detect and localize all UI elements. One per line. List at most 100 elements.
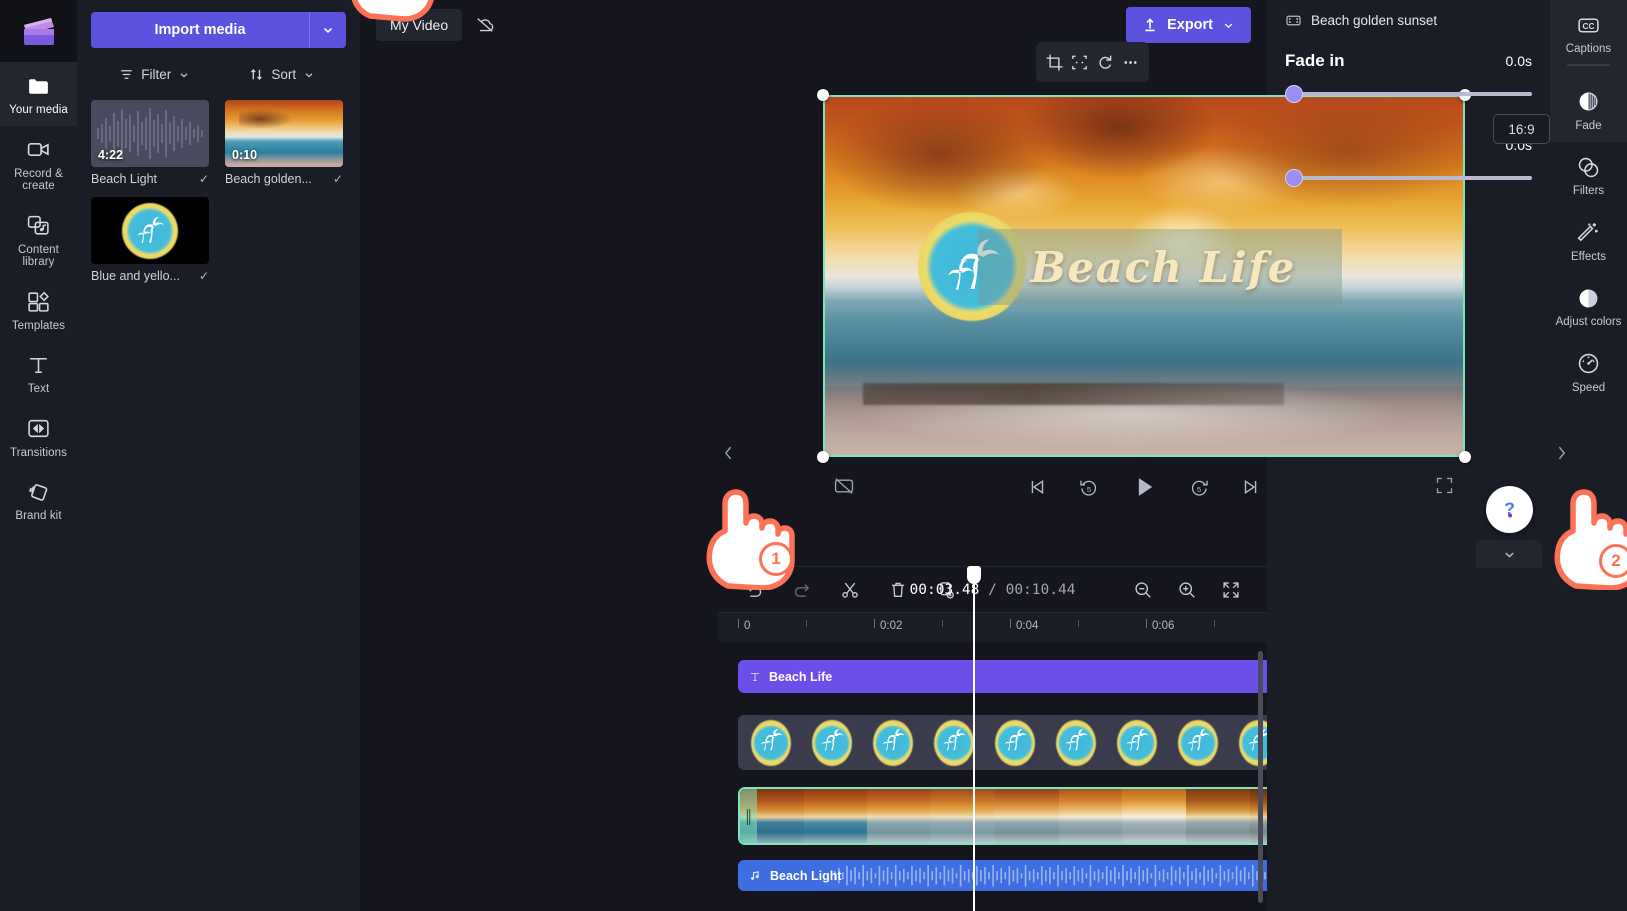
export-wrap: Export <box>1126 7 1251 43</box>
play-button[interactable] <box>1128 471 1160 503</box>
sidebar-item-content-library[interactable]: Content library <box>0 202 77 278</box>
timeline-collapse-button[interactable] <box>1476 540 1542 568</box>
sidebar-item-record-create[interactable]: Record & create <box>0 126 77 202</box>
selection-handle-top-left[interactable] <box>817 89 829 101</box>
right-rail-item-adjust-colors[interactable]: Adjust colors <box>1550 273 1627 339</box>
undo-button[interactable] <box>740 576 768 604</box>
more-options-button[interactable] <box>1118 50 1143 75</box>
sort-button[interactable]: Sort <box>219 62 347 87</box>
crop-button[interactable] <box>1042 50 1067 75</box>
media-library-icon <box>26 213 52 239</box>
fullscreen-button[interactable] <box>1432 473 1457 498</box>
video-thumb-cell <box>1122 789 1187 843</box>
filter-button[interactable]: Filter <box>91 62 219 87</box>
filter-sort-row: Filter Sort <box>91 62 346 87</box>
skip-previous-button[interactable] <box>1024 474 1050 500</box>
sidebar-item-transitions[interactable]: Transitions <box>0 405 77 469</box>
right-rail-item-captions[interactable]: CC Captions <box>1550 0 1627 77</box>
video-thumb-cell <box>867 789 932 843</box>
timeline-ruler[interactable]: 0 0:02 0:04 0:06 0:08 0:10 0:1 <box>718 612 1267 642</box>
sidebar-item-templates[interactable]: Templates <box>0 278 77 342</box>
timeline-track-image <box>738 715 1267 770</box>
playhead-handle[interactable] <box>967 566 981 584</box>
right-rail-item-effects[interactable]: Effects <box>1550 208 1627 274</box>
fit-to-frame-button[interactable] <box>1067 50 1092 75</box>
skip-next-button[interactable] <box>1238 474 1264 500</box>
right-rail-item-filters[interactable]: Filters <box>1550 142 1627 208</box>
media-item-beach-light[interactable]: 4:22 Beach Light ✓ <box>91 100 209 186</box>
clapperboard-icon <box>23 17 54 45</box>
forward-5-button[interactable]: 5 <box>1186 474 1212 500</box>
play-icon <box>1138 478 1153 496</box>
preview-title-text[interactable]: Beach Life <box>985 229 1342 304</box>
timeline-clip-audio[interactable]: Beach Light <box>738 860 1267 891</box>
right-rail-item-fade[interactable]: Fade <box>1550 76 1627 142</box>
right-rail-item-speed[interactable]: Speed <box>1550 339 1627 405</box>
project-title-button[interactable]: My Video <box>376 9 463 41</box>
fade-in-row: Fade in 0.0s <box>1285 51 1532 71</box>
timeline-playhead[interactable] <box>967 566 981 911</box>
media-duration: 4:22 <box>98 148 124 162</box>
rotate-button[interactable] <box>1093 50 1118 75</box>
fade-out-slider[interactable] <box>1285 167 1532 189</box>
media-thumbnail[interactable] <box>91 197 209 264</box>
timeline-vertical-scrollbar[interactable] <box>1258 651 1263 903</box>
sidebar-item-brand-kit[interactable]: Brand kit <box>0 468 77 532</box>
timeline-clip-text[interactable]: Beach Life <box>738 660 1267 693</box>
zoom-out-button[interactable] <box>1129 576 1157 604</box>
zoom-in-button[interactable] <box>1173 576 1201 604</box>
left-panel-collapse-arrow[interactable] <box>719 433 737 473</box>
timeline-track-video: ║ ║ <box>738 787 1267 845</box>
media-item-blue-and-yellow-logo[interactable]: Blue and yello... ✓ <box>91 197 209 283</box>
help-button[interactable]: ? <box>1486 486 1533 533</box>
filter-icon <box>121 70 132 79</box>
check-icon: ✓ <box>198 172 209 186</box>
skip-previous-icon <box>1031 480 1044 494</box>
duplicate-icon <box>940 581 954 599</box>
playback-controls: 5 5 <box>823 465 1465 507</box>
selection-handle-bottom-right[interactable] <box>1459 451 1471 463</box>
video-frame[interactable]: Beach Life <box>823 95 1465 457</box>
fade-in-label: Fade in <box>1285 51 1345 70</box>
fade-in-slider[interactable] <box>1285 83 1532 105</box>
media-thumbnail[interactable]: 4:22 <box>91 100 209 167</box>
delete-button[interactable] <box>884 576 912 604</box>
import-media-row: Import media <box>91 12 346 48</box>
slider-thumb[interactable] <box>1285 169 1303 187</box>
rewind-5-button[interactable]: 5 <box>1076 474 1102 500</box>
redo-button[interactable] <box>788 576 816 604</box>
zoom-out-icon <box>1135 581 1151 598</box>
timeline-toolbar: 00:03.48 / 00:10.44 <box>718 567 1267 612</box>
video-thumb-cell <box>931 789 995 843</box>
slider-thumb[interactable] <box>1285 85 1303 103</box>
properties-clip-name: Beach golden sunset <box>1311 13 1438 28</box>
timeline-clip-label: Beach Life <box>769 669 833 684</box>
timeline-clip-image[interactable] <box>738 715 1267 770</box>
thumbnail-cell <box>984 715 1045 770</box>
video-preview-stage[interactable]: Beach Life <box>817 89 1471 463</box>
ruler-tick-minor <box>942 620 943 627</box>
contrast-icon <box>1576 285 1602 311</box>
filter-label: Filter <box>141 67 172 82</box>
media-item-beach-golden-sunset[interactable]: 0:10 Beach golden... ✓ <box>225 100 343 186</box>
right-panel-collapse-arrow[interactable] <box>1552 433 1570 473</box>
sidebar-item-text[interactable]: Text <box>0 341 77 405</box>
import-media-button[interactable]: Import media <box>91 12 309 48</box>
fit-timeline-button[interactable] <box>1217 576 1245 604</box>
export-button[interactable]: Export <box>1126 7 1251 43</box>
selection-handle-bottom-left[interactable] <box>817 451 829 463</box>
app-logo[interactable] <box>0 0 77 62</box>
split-button[interactable] <box>836 576 864 604</box>
rocks <box>863 383 1285 405</box>
check-icon: ✓ <box>198 269 209 283</box>
timeline-clip-video[interactable]: ║ ║ <box>738 787 1267 845</box>
duplicate-button[interactable] <box>932 576 960 604</box>
media-thumbnail[interactable]: 0:10 <box>225 100 343 167</box>
aspect-ratio-badge[interactable]: 16:9 <box>1493 114 1550 144</box>
trim-handle-left[interactable]: ║ <box>740 789 757 843</box>
sidebar-item-your-media[interactable]: Your media <box>0 62 77 126</box>
ruler-tick-minor <box>1078 620 1079 627</box>
video-thumb-cell <box>803 789 868 843</box>
cloud-sync-status-button[interactable] <box>468 8 502 42</box>
import-media-dropdown-button[interactable] <box>309 12 346 48</box>
